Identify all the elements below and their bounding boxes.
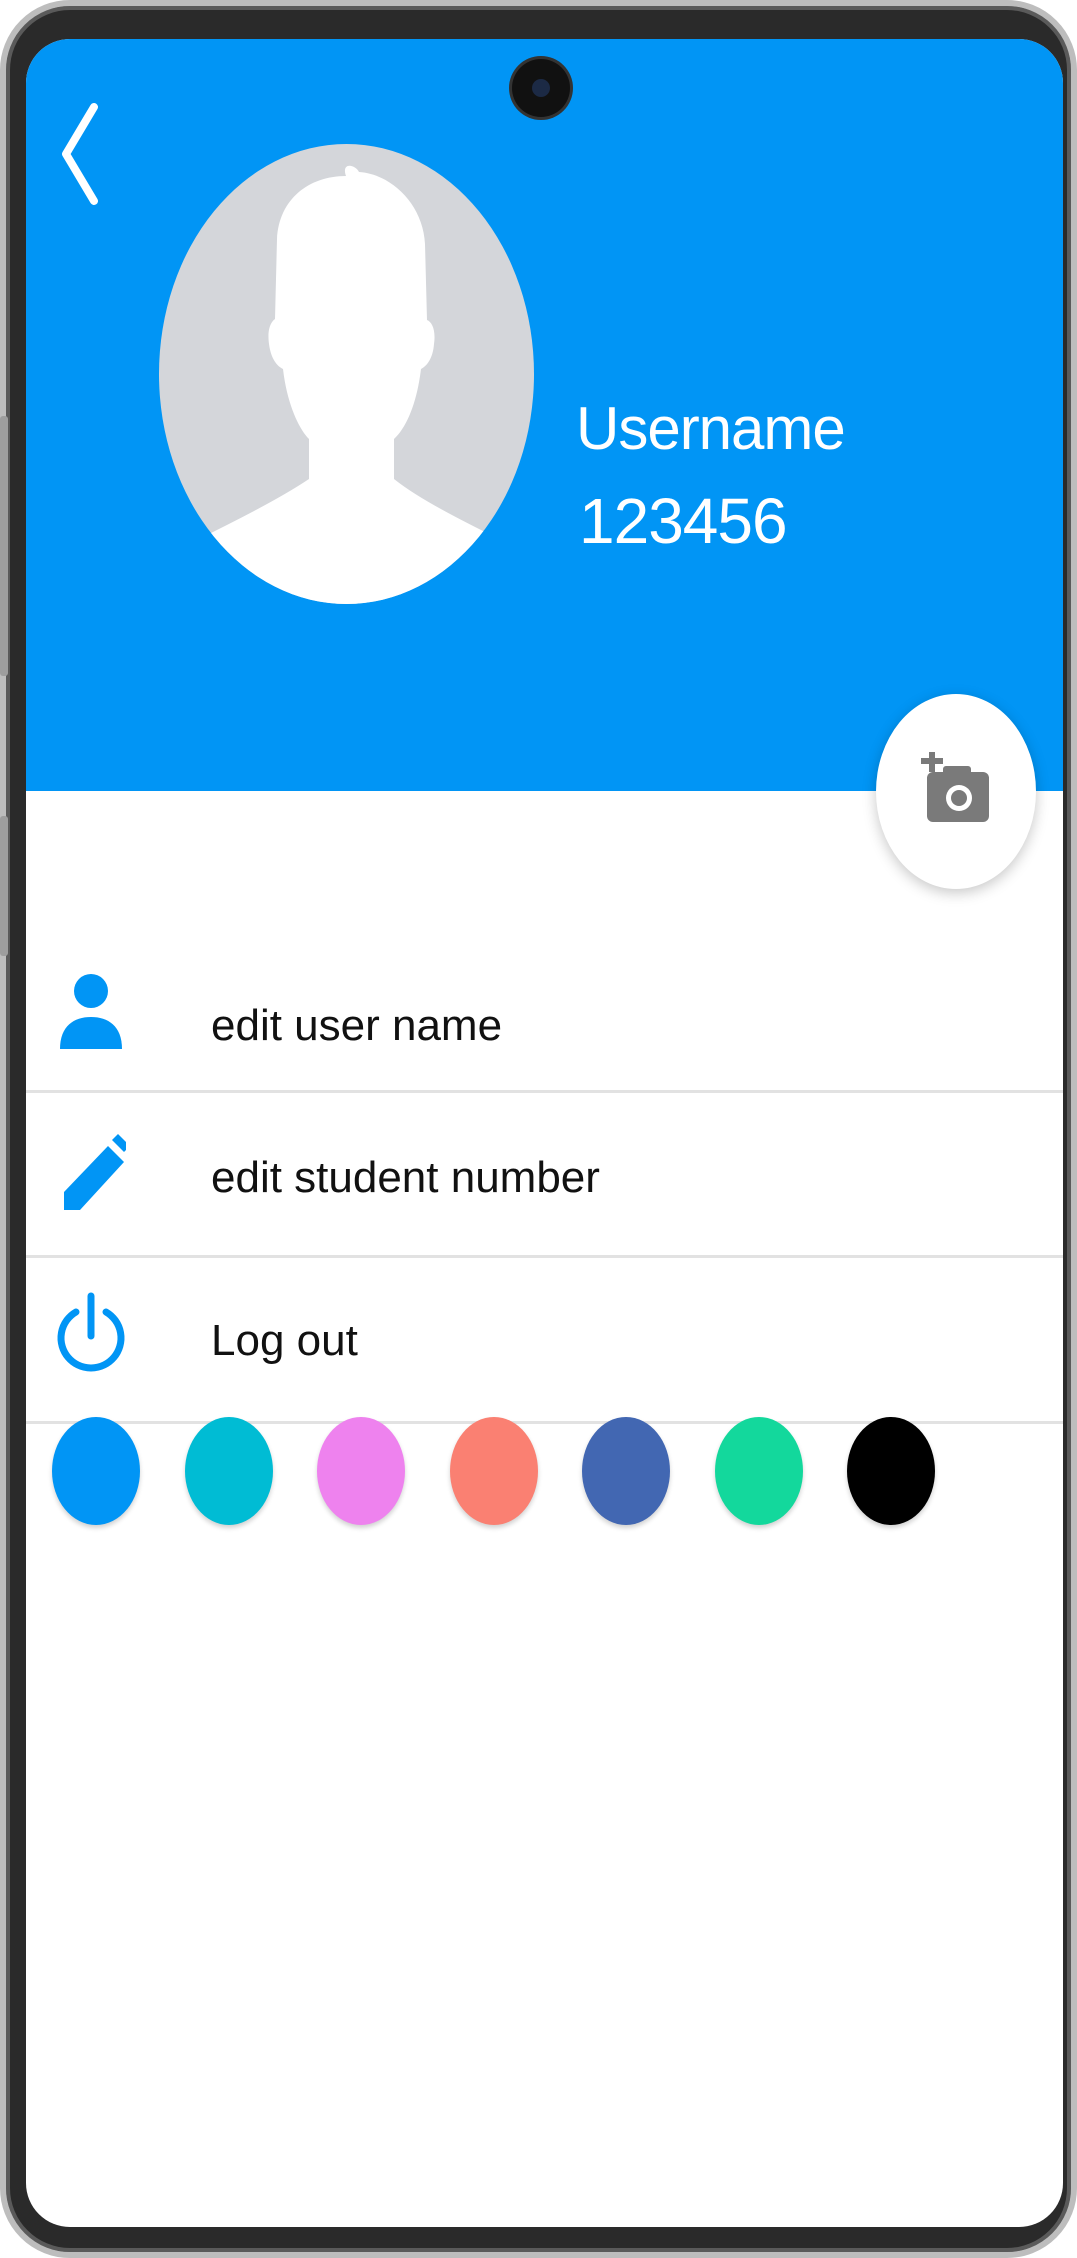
menu-item-edit-user-name[interactable]: edit user name	[26, 943, 1063, 1093]
menu-item-label: edit user name	[211, 1001, 503, 1050]
person-silhouette-icon	[199, 165, 499, 604]
volume-button	[0, 416, 8, 676]
front-camera	[512, 59, 570, 117]
back-button[interactable]	[56, 99, 106, 209]
menu-item-label: Log out	[211, 1316, 358, 1365]
screen: Username 123456 edit user name edit stud…	[26, 39, 1063, 2227]
student-number-text: 123456	[579, 485, 788, 557]
pencil-icon	[64, 1134, 126, 1210]
color-swatch-black[interactable]	[847, 1417, 935, 1525]
color-swatch-violet[interactable]	[317, 1417, 405, 1525]
color-swatch-cyan[interactable]	[184, 1417, 273, 1525]
power-icon	[57, 1292, 125, 1372]
menu-item-log-out[interactable]: Log out	[26, 1258, 1063, 1424]
color-swatch-green[interactable]	[714, 1417, 803, 1525]
username-text: Username	[576, 395, 846, 462]
avatar[interactable]	[159, 144, 534, 604]
power-button	[0, 816, 8, 956]
menu-item-edit-student-number[interactable]: edit student number	[26, 1093, 1063, 1258]
profile-header: Username 123456	[26, 39, 1063, 791]
person-icon	[60, 974, 122, 1049]
chevron-left-icon	[62, 103, 98, 205]
color-swatch-blue[interactable]	[52, 1417, 140, 1525]
phone-frame: Username 123456 edit user name edit stud…	[0, 0, 1077, 2258]
color-swatch-salmon[interactable]	[449, 1417, 538, 1525]
color-swatch-indigo[interactable]	[582, 1417, 670, 1525]
add-photo-icon	[921, 752, 989, 822]
change-photo-button[interactable]	[876, 694, 1036, 889]
menu-item-label: edit student number	[211, 1153, 600, 1202]
